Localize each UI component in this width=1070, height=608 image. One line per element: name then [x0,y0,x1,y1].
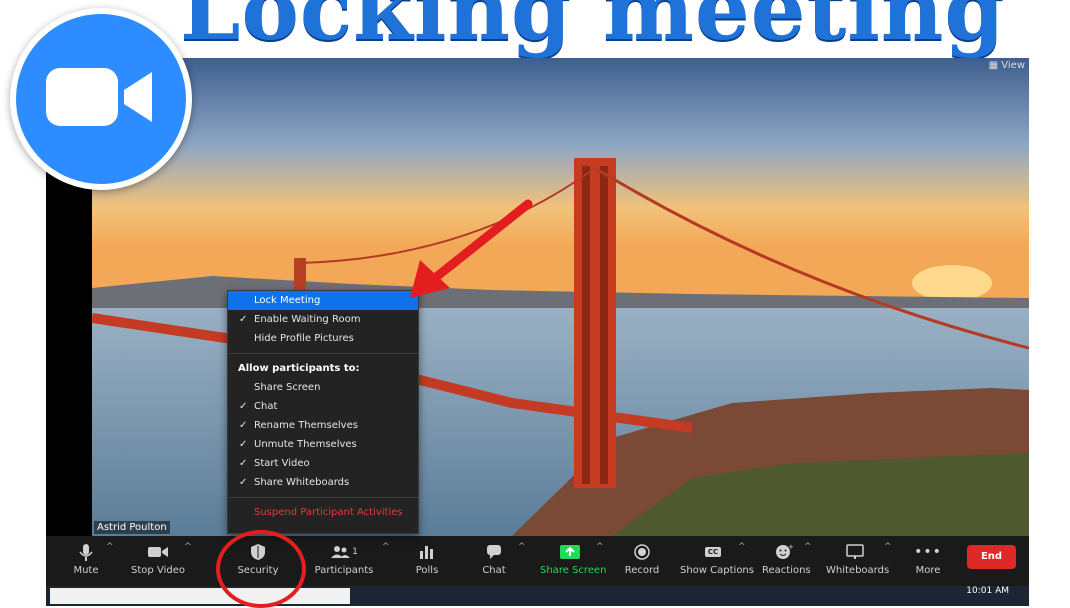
zoom-camera-icon [46,68,152,126]
menu-divider [228,353,418,354]
menu-item-enable-waiting-room[interactable]: ✓ Enable Waiting Room [228,310,418,329]
menu-item-start-video[interactable]: ✓ Start Video [228,454,418,473]
annotation-arrow [410,199,533,298]
captions-cc-icon: CC [704,547,722,557]
participants-count: 1 [352,547,358,557]
menu-item-lock-meeting[interactable]: Lock Meeting [228,291,418,310]
zoom-logo [10,8,192,190]
menu-item-label: Chat [254,401,278,412]
taskbar-clock: 10:01 AM [966,586,1009,596]
record-button[interactable]: Record [624,540,660,582]
chat-button[interactable]: Chat [478,540,510,582]
participants-icon [331,546,351,558]
participants-label: Participants [314,565,374,576]
show-captions-label: Show Captions [680,565,754,576]
video-camera-icon [148,547,168,557]
participant-name-label: Astrid Poulton [94,521,170,534]
menu-divider [228,497,418,498]
checkmark-icon: ✓ [239,439,248,450]
record-label: Record [624,565,660,576]
more-label: More [915,565,941,576]
whiteboards-button[interactable]: Whiteboards [826,540,890,582]
stop-video-button[interactable]: Stop Video [130,540,186,582]
banner-title: Locking meeting [180,0,1006,60]
menu-item-label: Lock Meeting [254,295,321,306]
captions-caret-icon[interactable]: ^ [738,542,746,552]
polls-icon [420,546,433,559]
allow-participants-header: Allow participants to: [238,363,360,374]
stop-video-label: Stop Video [131,565,185,576]
whiteboards-caret-icon[interactable]: ^ [884,542,892,552]
mute-caret-icon[interactable]: ^ [106,542,114,552]
record-icon [634,544,650,560]
menu-item-label: Share Whiteboards [254,477,350,488]
mute-button[interactable]: Mute [68,540,104,582]
checkmark-icon: ✓ [239,401,248,412]
reactions-label: Reactions [762,565,811,576]
video-caret-icon[interactable]: ^ [184,542,192,552]
mute-label: Mute [73,565,99,576]
menu-item-label: Share Screen [254,382,321,393]
meeting-toolbar: Mute ^ Stop Video ^ Security 1 Participa… [46,536,1029,586]
whiteboards-label: Whiteboards [826,565,890,576]
polls-label: Polls [415,565,439,576]
menu-item-share-screen[interactable]: Share Screen [228,378,418,397]
show-captions-button[interactable]: CC Show Captions [680,540,754,582]
menu-item-unmute-themselves[interactable]: ✓ Unmute Themselves [228,435,418,454]
annotation-circle [216,530,306,608]
reactions-caret-icon[interactable]: ^ [804,542,812,552]
smiley-plus-icon: + [776,544,793,559]
menu-item-label: Rename Themselves [254,420,358,431]
checkmark-icon: ✓ [239,314,248,325]
reactions-button[interactable]: + Reactions [762,540,811,582]
menu-item-label: Hide Profile Pictures [254,333,354,344]
share-screen-button[interactable]: Share Screen [540,540,607,582]
whiteboard-icon [846,544,864,559]
end-meeting-button[interactable]: End [967,545,1016,569]
chat-caret-icon[interactable]: ^ [518,542,526,552]
menu-item-label: Start Video [254,458,310,469]
participants-caret-icon[interactable]: ^ [382,542,390,552]
participants-button[interactable]: 1 Participants [314,540,374,582]
checkmark-icon: ✓ [239,477,248,488]
menu-item-share-whiteboards[interactable]: ✓ Share Whiteboards [228,473,418,492]
menu-item-label: Enable Waiting Room [254,314,361,325]
share-screen-icon [560,545,580,559]
microphone-icon [79,544,93,561]
more-button[interactable]: ••• More [914,540,942,582]
menu-item-chat[interactable]: ✓ Chat [228,397,418,416]
zoom-window: ▦ View Astrid Poulton Mute ^ Stop Video … [46,58,1029,586]
svg-text:+: + [788,544,793,551]
share-caret-icon[interactable]: ^ [596,542,604,552]
menu-item-hide-profile-pictures[interactable]: Hide Profile Pictures [228,329,418,348]
menu-item-rename-themselves[interactable]: ✓ Rename Themselves [228,416,418,435]
more-dots-icon: ••• [914,544,942,560]
checkmark-icon: ✓ [239,458,248,469]
chat-bubble-icon [487,545,501,559]
checkmark-icon: ✓ [239,420,248,431]
os-taskbar: 10:01 AM [46,586,1029,606]
view-button[interactable]: ▦ View [989,60,1025,71]
view-label: View [1001,60,1025,71]
share-screen-label: Share Screen [540,565,607,576]
chat-label: Chat [482,565,506,576]
taskbar-search[interactable] [50,588,350,604]
polls-button[interactable]: Polls [410,540,444,582]
suspend-participant-activities[interactable]: Suspend Participant Activities [228,503,418,522]
menu-item-label: Unmute Themselves [254,439,357,450]
security-menu: Lock Meeting ✓ Enable Waiting Room Hide Pro… [227,290,419,534]
